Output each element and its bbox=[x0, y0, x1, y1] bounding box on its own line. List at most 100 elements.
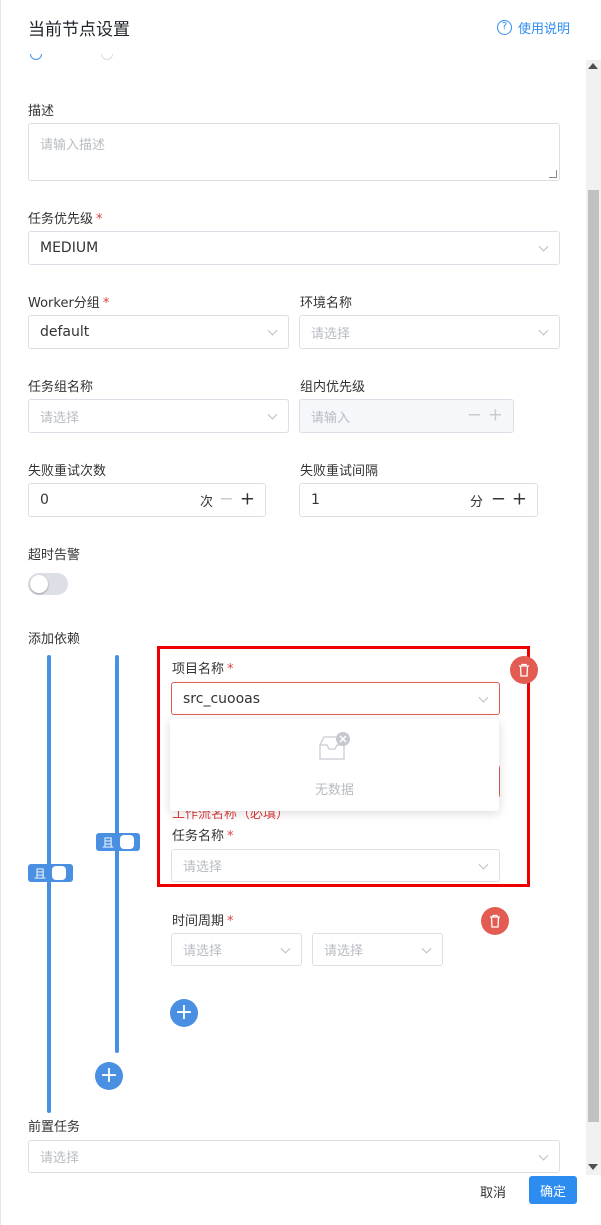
environment-select[interactable]: 请选择 bbox=[299, 315, 560, 349]
scrollbar-thumb[interactable] bbox=[588, 190, 599, 1122]
chevron-down-icon bbox=[538, 241, 549, 252]
project-name-select[interactable]: src_cuooas bbox=[171, 682, 500, 715]
inner-relation-toggle[interactable]: 且 bbox=[96, 833, 140, 851]
environment-placeholder: 请选择 bbox=[311, 326, 351, 342]
question-circle-icon: ? bbox=[497, 20, 512, 35]
retry-times-stepper[interactable]: − + bbox=[219, 488, 255, 509]
cycle-unit-placeholder: 请选择 bbox=[183, 944, 223, 959]
cycle-date-select[interactable]: 请选择 bbox=[312, 933, 443, 966]
add-dependency-group-button[interactable]: + bbox=[95, 1062, 123, 1090]
empty-inbox-icon bbox=[319, 732, 350, 760]
group-priority-stepper[interactable]: − + bbox=[467, 404, 503, 425]
trash-icon bbox=[519, 663, 529, 677]
task-group-placeholder: 请选择 bbox=[40, 410, 80, 426]
time-cycle-label-text: 时间周期 bbox=[172, 914, 225, 929]
retry-times-input[interactable]: 0 次 − + bbox=[28, 483, 266, 517]
required-mark: * bbox=[227, 829, 234, 844]
confirm-button[interactable]: 确定 bbox=[529, 1176, 577, 1204]
delete-dependency-button[interactable] bbox=[510, 656, 538, 684]
group-priority-input[interactable]: 请输入 − + bbox=[299, 399, 514, 433]
project-name-value: src_cuooas bbox=[183, 690, 261, 707]
task-name-placeholder: 请选择 bbox=[183, 860, 223, 875]
task-group-label: 任务组名称 bbox=[28, 380, 94, 395]
worker-group-select[interactable]: default bbox=[28, 315, 289, 349]
add-dependency-item-button[interactable]: + bbox=[170, 999, 198, 1027]
minus-icon[interactable]: − bbox=[219, 488, 234, 509]
plus-icon: + bbox=[174, 1000, 194, 1025]
delete-cycle-button[interactable] bbox=[481, 907, 509, 935]
project-name-label: 项目名称 * bbox=[172, 658, 234, 677]
scroll-up-arrow[interactable] bbox=[588, 63, 598, 69]
priority-value: MEDIUM bbox=[40, 240, 99, 256]
scroll-down-arrow[interactable] bbox=[588, 1164, 598, 1170]
priority-label-text: 任务优先级 bbox=[28, 212, 94, 227]
worker-group-label: Worker分组 * bbox=[28, 292, 109, 311]
chevron-down-icon bbox=[267, 409, 278, 420]
retry-interval-unit: 分 bbox=[469, 494, 483, 510]
environment-label: 环境名称 bbox=[300, 296, 353, 311]
plus-icon[interactable]: + bbox=[488, 404, 503, 425]
time-cycle-label: 时间周期 * bbox=[172, 910, 234, 929]
chevron-down-icon bbox=[280, 943, 291, 954]
chevron-down-icon bbox=[478, 692, 489, 703]
outer-relation-toggle[interactable]: 且 bbox=[28, 864, 73, 882]
outer-relation-line bbox=[47, 655, 51, 1113]
minus-icon[interactable]: − bbox=[491, 488, 506, 509]
outer-relation-text: 且 bbox=[34, 866, 47, 881]
required-mark: * bbox=[96, 212, 103, 227]
pre-task-select[interactable]: 请选择 bbox=[28, 1140, 560, 1173]
task-name-label: 任务名称 * bbox=[172, 825, 234, 844]
cycle-date-placeholder: 请选择 bbox=[324, 944, 364, 959]
project-dropdown-panel: 无数据 bbox=[170, 719, 499, 811]
chevron-down-icon bbox=[478, 859, 489, 870]
priority-select[interactable]: MEDIUM bbox=[28, 231, 560, 265]
minus-icon[interactable]: − bbox=[467, 404, 482, 425]
radio-option[interactable] bbox=[101, 54, 113, 60]
priority-label: 任务优先级 * bbox=[28, 208, 103, 227]
retry-interval-value: 1 bbox=[311, 492, 320, 508]
help-label: 使用说明 bbox=[518, 22, 571, 37]
panel-left-border bbox=[0, 0, 1, 1225]
required-mark: * bbox=[227, 914, 234, 929]
description-label: 描述 bbox=[28, 104, 55, 119]
cycle-unit-select[interactable]: 请选择 bbox=[171, 933, 302, 966]
inner-relation-text: 且 bbox=[102, 835, 115, 850]
worker-group-label-text: Worker分组 bbox=[28, 296, 100, 311]
plus-icon[interactable]: + bbox=[512, 488, 527, 509]
plus-icon[interactable]: + bbox=[240, 488, 255, 509]
worker-group-value: default bbox=[40, 324, 90, 340]
timeout-alarm-toggle[interactable] bbox=[28, 573, 68, 595]
pre-task-label: 前置任务 bbox=[28, 1120, 81, 1135]
chevron-down-icon bbox=[538, 1150, 549, 1161]
cancel-button[interactable]: 取消 bbox=[480, 1182, 506, 1201]
required-mark: * bbox=[102, 296, 110, 311]
project-name-label-text: 项目名称 bbox=[172, 662, 225, 677]
retry-interval-stepper[interactable]: − + bbox=[491, 488, 527, 509]
inner-relation-line bbox=[115, 655, 119, 1053]
help-link[interactable]: ? 使用说明 bbox=[497, 18, 570, 37]
radio-option[interactable] bbox=[30, 54, 42, 60]
toggle-knob bbox=[120, 835, 135, 849]
group-priority-label: 组内优先级 bbox=[300, 380, 366, 395]
task-group-select[interactable]: 请选择 bbox=[28, 399, 289, 433]
toggle-knob bbox=[30, 575, 48, 593]
required-mark: * bbox=[227, 662, 234, 677]
resize-handle[interactable] bbox=[549, 170, 557, 178]
retry-times-label: 失败重试次数 bbox=[28, 464, 107, 479]
retry-interval-label: 失败重试间隔 bbox=[300, 464, 379, 479]
description-placeholder: 请输入描述 bbox=[40, 138, 106, 153]
trash-icon bbox=[490, 914, 500, 928]
plus-icon: + bbox=[99, 1063, 119, 1088]
description-textarea[interactable]: 请输入描述 bbox=[28, 123, 560, 181]
retry-interval-input[interactable]: 1 分 − + bbox=[299, 483, 538, 517]
retry-times-unit: 次 bbox=[199, 494, 213, 510]
group-priority-placeholder: 请输入 bbox=[311, 410, 351, 426]
chevron-down-icon bbox=[538, 325, 549, 336]
task-name-select[interactable]: 请选择 bbox=[171, 849, 500, 882]
empty-text: 无数据 bbox=[314, 783, 354, 798]
timeout-alarm-label: 超时告警 bbox=[28, 548, 81, 563]
toggle-knob bbox=[52, 866, 67, 880]
dependency-label: 添加依赖 bbox=[28, 632, 81, 647]
retry-times-value: 0 bbox=[40, 492, 49, 508]
pre-task-placeholder: 请选择 bbox=[40, 1151, 80, 1166]
